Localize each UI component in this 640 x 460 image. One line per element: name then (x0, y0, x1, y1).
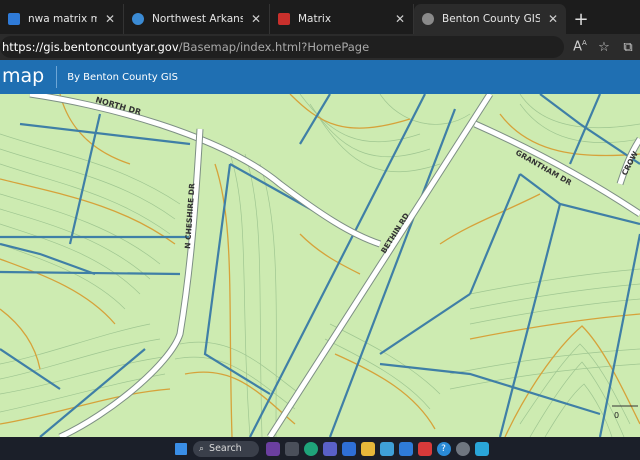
close-icon[interactable]: ✕ (395, 12, 405, 26)
favorite-star-icon[interactable]: ☆ (592, 40, 616, 55)
help-icon[interactable]: ? (436, 441, 451, 456)
url-field[interactable]: https://gis.bentoncountyar.gov/Basemap/i… (0, 36, 564, 58)
map-canvas[interactable]: NORTH DR N CHESHIRE DR BETHIN RD GRANTHA… (0, 94, 640, 437)
store-icon[interactable] (341, 441, 356, 456)
teams-icon[interactable] (322, 441, 337, 456)
os-taskbar: ⌕ Search ? (0, 437, 640, 460)
collections-icon[interactable]: ⧉ (616, 40, 640, 55)
windows-start-icon[interactable] (174, 442, 187, 455)
tab-title: Matrix (298, 13, 332, 25)
close-icon[interactable]: ✕ (105, 12, 115, 26)
bing-search-icon (8, 13, 20, 25)
app-subtitle: By Benton County GIS (67, 71, 178, 83)
edge-icon[interactable] (303, 441, 318, 456)
settings-icon[interactable] (455, 441, 470, 456)
url-host: https://gis.bentoncountyar.gov (2, 40, 179, 54)
site-icon (132, 13, 144, 25)
mail-icon[interactable] (398, 441, 413, 456)
browser-tab-strip: nwa matrix mls - Search ✕ Northwest Arka… (0, 0, 640, 34)
file-explorer-icon[interactable] (360, 441, 375, 456)
widgets-icon[interactable] (265, 441, 280, 456)
tab-title: Northwest Arkansas Board (152, 13, 243, 25)
app-icon[interactable] (417, 441, 432, 456)
taskbar-search[interactable]: ⌕ Search (193, 440, 259, 457)
read-aloud-icon[interactable]: AA (568, 39, 592, 54)
matrix-icon (278, 13, 290, 25)
tab-title: Benton County GIS: Basem (442, 13, 540, 25)
close-icon[interactable]: ✕ (251, 12, 261, 26)
arcgis-icon (422, 13, 434, 25)
app-header: map By Benton County GIS (0, 60, 640, 94)
map-svg[interactable]: NORTH DR N CHESHIRE DR BETHIN RD GRANTHA… (0, 94, 640, 437)
tab-nw-arkansas-board[interactable]: Northwest Arkansas Board ✕ (124, 4, 270, 34)
tab-matrix[interactable]: Matrix ✕ (270, 4, 414, 34)
task-view-icon[interactable] (284, 441, 299, 456)
search-icon: ⌕ (199, 443, 205, 454)
tab-title: nwa matrix mls - Search (28, 13, 97, 25)
scale-label: 0 (614, 411, 619, 420)
taskbar-search-label: Search (209, 443, 242, 454)
address-bar: https://gis.bentoncountyar.gov/Basemap/i… (0, 34, 640, 60)
new-tab-button[interactable]: + (566, 4, 596, 34)
tab-benton-gis[interactable]: Benton County GIS: Basem ✕ (414, 4, 566, 34)
app-title: map (0, 66, 58, 88)
close-icon[interactable]: ✕ (548, 12, 558, 26)
tab-nwa-search[interactable]: nwa matrix mls - Search ✕ (0, 4, 124, 34)
photos-icon[interactable] (379, 441, 394, 456)
url-path: /Basemap/index.html?HomePage (178, 40, 370, 54)
app-icon[interactable] (474, 441, 489, 456)
